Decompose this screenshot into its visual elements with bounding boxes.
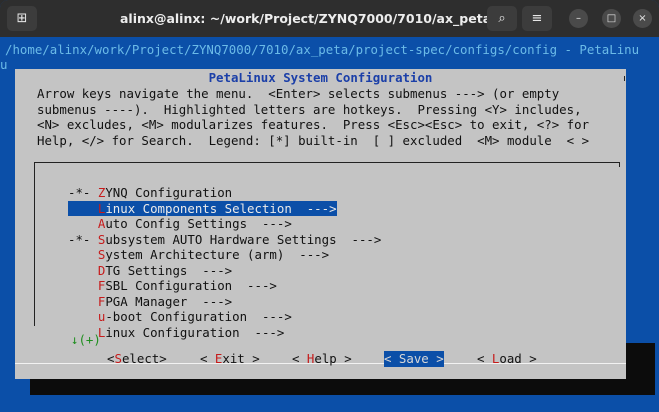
- menu-item-label: SBL Configuration --->: [105, 278, 277, 293]
- more-items-indicator: ↓(+): [71, 332, 101, 347]
- window-title: alinx@alinx: ~/work/Project/ZYNQ7000/701…: [120, 11, 490, 26]
- button-bracket: <: [292, 351, 307, 366]
- button-label: ave >: [406, 351, 444, 366]
- menu-item[interactable]: DTG Settings --->: [68, 263, 232, 278]
- menu-item[interactable]: -*- Subsystem AUTO Hardware Settings ---…: [68, 232, 381, 247]
- close-icon: ×: [638, 13, 647, 24]
- terminal-area[interactable]: /home/alinx/work/Project/ZYNQ7000/7010/a…: [0, 37, 659, 412]
- dialog-title: PetaLinux System Configuration: [208, 70, 433, 85]
- menu-item[interactable]: -*- ZYNQ Configuration: [68, 185, 232, 200]
- close-button[interactable]: ×: [633, 9, 652, 28]
- menu-item-label: ystem Architecture (arm) --->: [105, 247, 330, 262]
- menu-item[interactable]: FSBL Configuration --->: [68, 278, 277, 293]
- menu-box: -*- ZYNQ Configuration Linux Components …: [34, 162, 623, 362]
- new-tab-icon: ⊞: [16, 11, 28, 26]
- help-line-4: Help, </> for Search. Legend: [*] built-…: [37, 132, 590, 148]
- menu-item-prefix: [68, 294, 98, 309]
- menu-item-label: TG Settings --->: [105, 262, 233, 278]
- menu-item-label: inux Components Selection --->: [105, 200, 337, 216]
- new-tab-button[interactable]: ⊞: [7, 6, 37, 31]
- button-hotkey: S: [114, 351, 122, 366]
- button-label: xit >: [222, 351, 260, 366]
- menu-item-prefix: [68, 216, 98, 231]
- menu-item-prefix: [68, 201, 98, 216]
- menu-item-label: inux Configuration --->: [105, 324, 285, 340]
- button-label: elect>: [121, 351, 167, 366]
- help-line-2: submenus ----). Highlighted letters are …: [37, 101, 582, 117]
- menu-box-left-border: [34, 162, 35, 326]
- menu-item-label: -boot Configuration --->: [105, 309, 292, 324]
- menu-item-label: PGA Manager --->: [105, 293, 233, 309]
- menu-box-corner-mark: [619, 162, 620, 167]
- search-button[interactable]: ⌕: [487, 6, 517, 31]
- button-bracket: <: [477, 351, 492, 366]
- select-button[interactable]: <Select>: [107, 351, 167, 367]
- menu-item[interactable]: Linux Components Selection --->: [68, 200, 337, 216]
- terminal-line-2: u: [0, 57, 8, 72]
- help-line-1: Arrow keys navigate the menu. <Enter> se…: [37, 86, 560, 101]
- terminal-window: ⊞ alinx@alinx: ~/work/Project/ZYNQ7000/7…: [0, 0, 659, 412]
- save-button[interactable]: < Save >: [384, 351, 444, 367]
- button-bracket: <: [384, 351, 399, 366]
- menu-button[interactable]: ≡: [522, 6, 552, 31]
- menu-item[interactable]: Auto Config Settings --->: [68, 216, 292, 231]
- menu-item[interactable]: u-boot Configuration --->: [68, 309, 292, 324]
- menu-item-prefix: -*-: [68, 231, 98, 247]
- menu-item[interactable]: FPGA Manager --->: [68, 294, 232, 309]
- button-label: elp >: [314, 351, 352, 366]
- hamburger-menu-icon: ≡: [531, 11, 543, 26]
- menu-item-label: ubsystem AUTO Hardware Settings --->: [105, 231, 382, 247]
- help-button[interactable]: < Help >: [292, 351, 352, 367]
- help-line-3: <N> excludes, <M> modularizes features. …: [37, 117, 590, 132]
- search-icon: ⌕: [498, 11, 506, 26]
- load-button[interactable]: < Load >: [477, 351, 537, 367]
- maximize-icon: □: [606, 13, 617, 24]
- menu-item-label: YNQ Configuration: [105, 185, 233, 200]
- config-path-line: /home/alinx/work/Project/ZYNQ7000/7010/a…: [5, 42, 640, 57]
- menu-item-prefix: [68, 263, 98, 278]
- menu-item-prefix: [68, 247, 98, 262]
- menu-item-prefix: [68, 309, 98, 324]
- menu-item-label: uto Config Settings --->: [105, 216, 292, 231]
- exit-button[interactable]: < Exit >: [200, 351, 260, 367]
- menu-box-top-border: [34, 162, 620, 163]
- menu-item-prefix: [68, 278, 98, 293]
- maximize-button[interactable]: □: [602, 9, 621, 28]
- menu-item[interactable]: System Architecture (arm) --->: [68, 247, 329, 262]
- menu-item-prefix: -*-: [68, 185, 98, 200]
- config-dialog: PetaLinux System Configuration Arrow key…: [15, 69, 626, 379]
- minimize-icon: –: [576, 13, 581, 24]
- minimize-button[interactable]: –: [569, 9, 588, 28]
- title-bar: ⊞ alinx@alinx: ~/work/Project/ZYNQ7000/7…: [0, 0, 659, 37]
- button-label: oad >: [499, 351, 537, 366]
- button-bracket: <: [200, 351, 215, 366]
